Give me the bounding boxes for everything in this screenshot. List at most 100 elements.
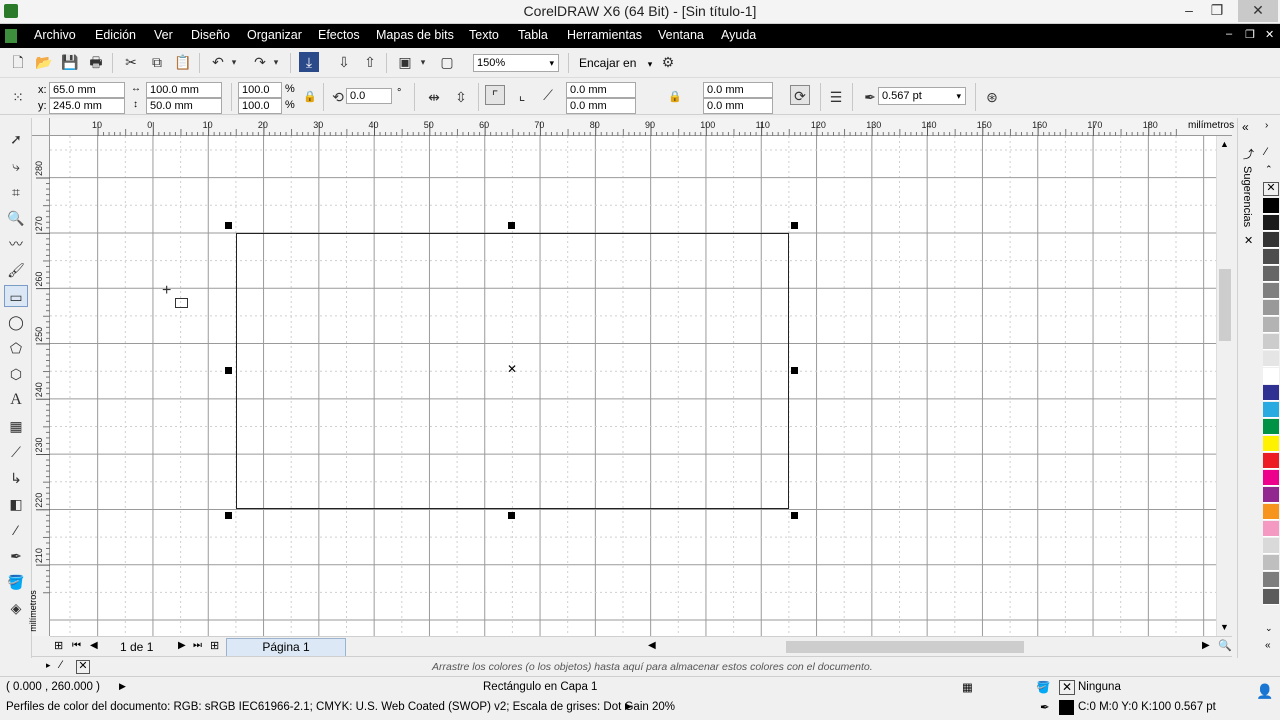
color-swatch[interactable]: [1263, 215, 1279, 231]
table-tool-icon[interactable]: ▦: [4, 415, 28, 437]
close-button[interactable]: ✕: [1238, 0, 1278, 22]
redo-icon[interactable]: ↷: [250, 52, 270, 72]
status-flyout-icon[interactable]: ▶: [119, 681, 126, 692]
scale-y-input[interactable]: 100.0: [238, 98, 282, 114]
options-icon[interactable]: ⚙: [658, 52, 678, 72]
ellipse-tool-icon[interactable]: ◯: [4, 311, 28, 333]
selection-handle-right[interactable]: [791, 367, 798, 374]
welcome-screen-icon[interactable]: ▢: [437, 52, 457, 72]
selection-handle-top[interactable]: [508, 222, 515, 229]
page-tab[interactable]: Página 1: [226, 638, 346, 656]
vertical-scrollbar[interactable]: ▲ ▼: [1216, 136, 1232, 636]
corner-radius-top-right-input[interactable]: 0.0 mm: [703, 82, 773, 98]
color-swatch[interactable]: [1263, 300, 1279, 316]
corner-radius-bottom-right-input[interactable]: 0.0 mm: [703, 98, 773, 114]
menu-ventana[interactable]: Ventana: [658, 28, 704, 42]
vertical-ruler[interactable]: 280 270 260 250 240 230 220 210 milímetros: [28, 136, 50, 636]
interactive-effects-tool-icon[interactable]: ◧: [4, 493, 28, 515]
color-swatch[interactable]: [1263, 317, 1279, 333]
horizontal-ruler[interactable]: 10 0 10 20 30 40 50 60 70 80 90 100 110 120 130 140 150 1…: [50, 118, 1234, 136]
pick-tool-icon[interactable]: ➚: [4, 128, 28, 150]
color-swatch[interactable]: [1263, 368, 1279, 384]
ruler-origin[interactable]: [32, 118, 50, 136]
drawing-canvas[interactable]: ✕ +: [50, 136, 1216, 636]
new-document-icon[interactable]: 🗋: [8, 52, 28, 72]
next-page-icon[interactable]: ▶: [178, 640, 186, 651]
undo-icon[interactable]: ↶: [208, 52, 228, 72]
doc-close-button[interactable]: ✕: [1265, 28, 1274, 41]
object-origin-icon[interactable]: ⁙: [8, 87, 28, 107]
open-icon[interactable]: 📂: [34, 52, 54, 72]
horizontal-scroll-thumb[interactable]: [786, 641, 1024, 653]
color-swatch[interactable]: [1263, 521, 1279, 537]
undo-dropdown-icon[interactable]: ▾: [228, 52, 240, 72]
previous-page-icon[interactable]: ◀: [90, 640, 98, 651]
freehand-tool-icon[interactable]: 〰: [4, 233, 28, 255]
no-fill-indicator-icon[interactable]: ✕: [1059, 680, 1075, 695]
selection-handle-bottom-right[interactable]: [791, 512, 798, 519]
mirror-horizontal-icon[interactable]: ⇹: [424, 87, 444, 107]
lock-corners-icon[interactable]: 🔒: [665, 87, 685, 107]
add-page-before-icon[interactable]: ⊞: [54, 639, 63, 652]
color-swatch[interactable]: [1263, 249, 1279, 265]
palette-scroll-up-icon[interactable]: ⌃: [1265, 164, 1273, 175]
menu-diseno[interactable]: Diseño: [191, 28, 230, 42]
scroll-left-icon[interactable]: ◀: [648, 640, 656, 651]
menu-efectos[interactable]: Efectos: [318, 28, 360, 42]
close-docker-icon[interactable]: ✕: [1244, 234, 1253, 247]
palette-flyout-icon[interactable]: ▸: [46, 660, 51, 671]
color-swatch[interactable]: [1263, 385, 1279, 401]
palette-eyedropper-top-icon[interactable]: ⁄: [1265, 146, 1267, 158]
smart-fill-tool-icon[interactable]: 🖌: [4, 259, 28, 281]
color-swatch[interactable]: [1263, 334, 1279, 350]
crop-tool-icon[interactable]: ⌗: [4, 181, 28, 203]
scale-x-input[interactable]: 100.0: [238, 82, 282, 98]
color-swatch[interactable]: [1263, 266, 1279, 282]
zoom-tool-icon[interactable]: 🔍: [4, 207, 28, 229]
round-corner-icon[interactable]: ⌜: [485, 85, 505, 105]
height-input[interactable]: 50.0 mm: [146, 98, 222, 114]
redo-dropdown-icon[interactable]: ▾: [270, 52, 282, 72]
color-profiles-flyout-icon[interactable]: ▶: [625, 701, 632, 712]
color-swatch[interactable]: [1263, 453, 1279, 469]
scroll-up-icon[interactable]: ▲: [1220, 139, 1229, 149]
palette-expand-icon[interactable]: «: [1265, 640, 1271, 651]
color-swatch[interactable]: [1263, 470, 1279, 486]
paste-icon[interactable]: 📋: [173, 52, 193, 72]
palette-scroll-down-icon[interactable]: ⌄: [1265, 623, 1273, 634]
hints-docker-icon[interactable]: ⤴: [1243, 146, 1254, 162]
color-proof-icon[interactable]: ▦: [962, 680, 973, 694]
collapse-docker-icon[interactable]: «: [1242, 120, 1249, 134]
corner-radius-bottom-left-input[interactable]: 0.0 mm: [566, 98, 636, 114]
fill-tool-icon[interactable]: 🪣: [4, 571, 28, 593]
outline-width-select[interactable]: 0.567 pt ▾: [878, 87, 966, 105]
wrap-text-icon[interactable]: ☰: [826, 87, 846, 107]
import-icon[interactable]: ⇩: [334, 52, 354, 72]
menu-organizar[interactable]: Organizar: [247, 28, 302, 42]
connector-tool-icon[interactable]: ↳: [4, 467, 28, 489]
export-icon[interactable]: ⇧: [360, 52, 380, 72]
selection-handle-top-left[interactable]: [225, 222, 232, 229]
color-swatch[interactable]: [1263, 487, 1279, 503]
palette-options-icon[interactable]: ›: [1265, 120, 1268, 131]
rectangle-tool-icon[interactable]: ▭: [4, 285, 28, 307]
first-page-icon[interactable]: ⏮: [72, 640, 81, 651]
print-icon[interactable]: 🖶: [86, 52, 106, 72]
polygon-tool-icon[interactable]: ⬠: [4, 337, 28, 359]
color-swatch[interactable]: [1263, 351, 1279, 367]
add-page-after-icon[interactable]: ⊞: [210, 639, 219, 652]
width-input[interactable]: 100.0 mm: [146, 82, 222, 98]
menu-texto[interactable]: Texto: [469, 28, 499, 42]
scalloped-corner-icon[interactable]: ⌞: [512, 85, 532, 105]
color-swatch[interactable]: [1263, 436, 1279, 452]
outline-tool-icon[interactable]: ✒: [4, 545, 28, 567]
minimize-button[interactable]: ‒: [1174, 0, 1204, 22]
position-y-input[interactable]: 245.0 mm: [49, 98, 125, 114]
dimension-tool-icon[interactable]: ⟋: [4, 441, 28, 463]
no-fill-swatch-icon[interactable]: ✕: [1263, 182, 1279, 196]
chamfered-corner-icon[interactable]: ⟋: [538, 85, 558, 105]
convert-to-curves-icon[interactable]: ⊛: [982, 87, 1002, 107]
color-swatch[interactable]: [1263, 419, 1279, 435]
position-x-input[interactable]: 65.0 mm: [49, 82, 125, 98]
search-content-icon[interactable]: ⤓: [299, 52, 319, 72]
